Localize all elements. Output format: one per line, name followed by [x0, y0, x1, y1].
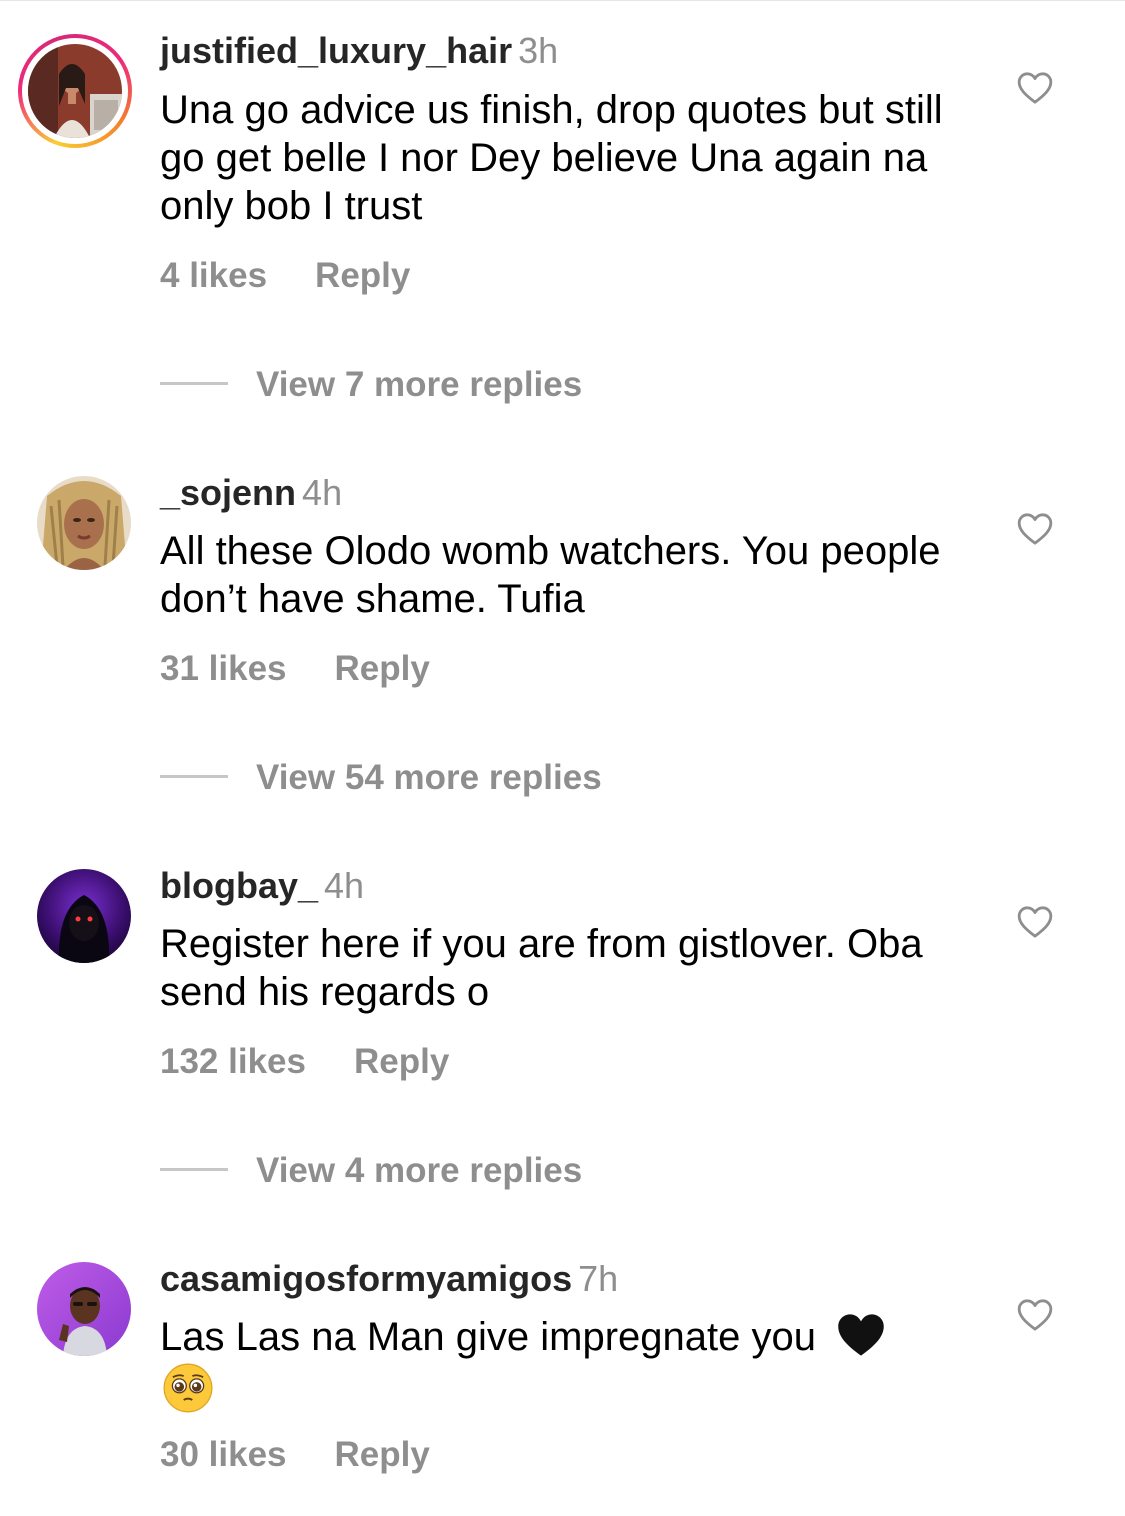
- likes-count[interactable]: 4 likes: [160, 256, 267, 295]
- comment-text: Una go advice us finish, drop quotes but…: [160, 88, 943, 228]
- timestamp: 3h: [518, 30, 559, 71]
- top-divider: [0, 0, 1125, 1]
- divider-dash: [160, 1168, 228, 1172]
- avatar[interactable]: [28, 44, 122, 138]
- view-more-replies[interactable]: View 4 more replies: [160, 1151, 582, 1191]
- username[interactable]: justified_luxury_hair: [160, 30, 512, 71]
- reply-button[interactable]: Reply: [335, 649, 430, 688]
- divider-dash: [160, 775, 228, 779]
- pleading-face-icon: [163, 1363, 213, 1413]
- heart-icon[interactable]: [1015, 509, 1055, 549]
- comment-text: All these Olodo womb watchers. You peopl…: [160, 529, 941, 621]
- reply-button[interactable]: Reply: [315, 256, 410, 295]
- story-ring[interactable]: [18, 34, 132, 148]
- timestamp: 4h: [302, 472, 343, 513]
- timestamp: 4h: [324, 865, 365, 906]
- likes-count[interactable]: 132 likes: [160, 1042, 306, 1081]
- avatar[interactable]: [37, 1262, 131, 1356]
- reply-button[interactable]: Reply: [354, 1042, 449, 1081]
- comment-text: Las Las na Man give impregnate you: [160, 1313, 960, 1418]
- username[interactable]: blogbay_: [160, 865, 318, 906]
- black-heart-icon: [838, 1314, 884, 1357]
- heart-icon[interactable]: [1015, 68, 1055, 108]
- avatar[interactable]: [37, 869, 131, 963]
- avatar[interactable]: [37, 476, 131, 570]
- divider-dash: [160, 382, 228, 386]
- view-more-replies[interactable]: View 54 more replies: [160, 758, 602, 798]
- heart-icon[interactable]: [1015, 1295, 1055, 1335]
- reply-button[interactable]: Reply: [335, 1435, 430, 1474]
- heart-icon[interactable]: [1015, 902, 1055, 942]
- comment-text: Register here if you are from gistlover.…: [160, 922, 923, 1014]
- view-more-replies[interactable]: View 7 more replies: [160, 365, 582, 405]
- timestamp: 7h: [578, 1258, 619, 1299]
- username[interactable]: casamigosformyamigos: [160, 1258, 572, 1299]
- likes-count[interactable]: 31 likes: [160, 649, 287, 688]
- likes-count[interactable]: 30 likes: [160, 1435, 287, 1474]
- username[interactable]: _sojenn: [160, 472, 296, 513]
